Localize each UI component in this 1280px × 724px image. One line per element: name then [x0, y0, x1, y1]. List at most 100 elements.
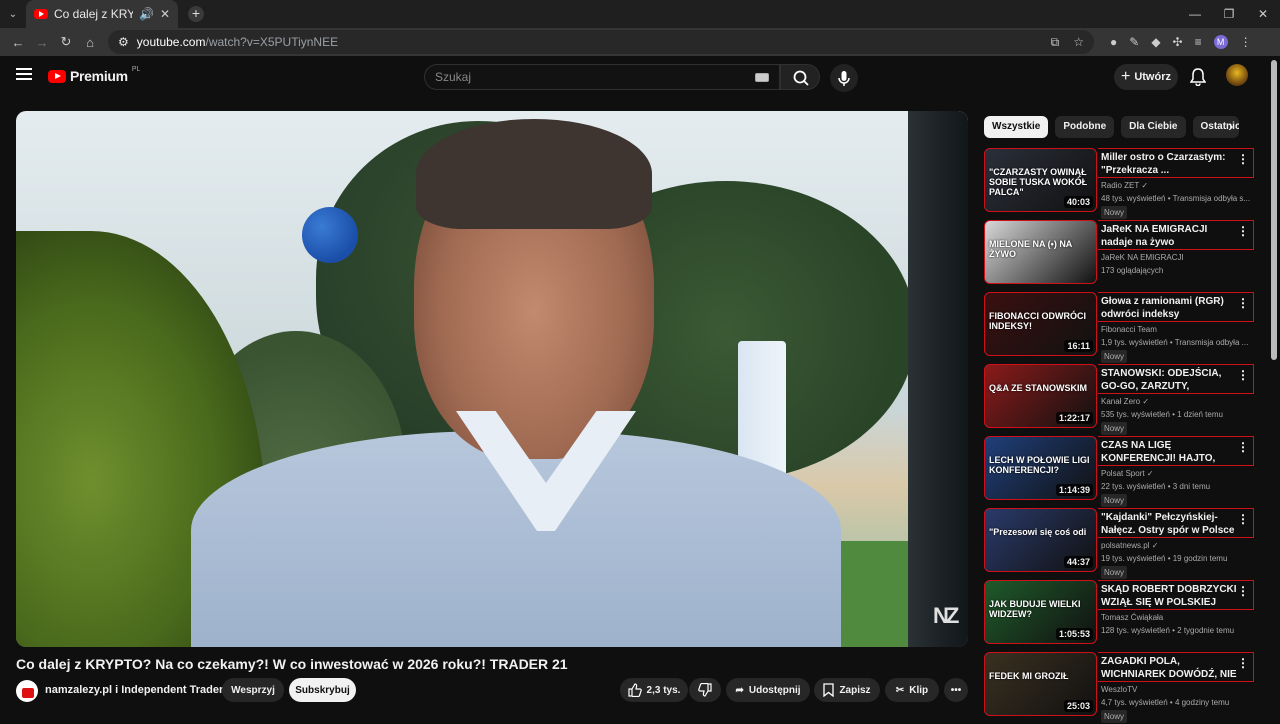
speaker-icon[interactable]: 🔊	[139, 7, 154, 21]
video-title-box[interactable]: Głowa z ramionami (RGR) odwróci indeksy …	[1098, 292, 1254, 322]
address-bar[interactable]: ⚙ youtube.com/watch?v=X5PUTiynNEE ⧉ ☆	[108, 30, 1094, 54]
related-video-title[interactable]: STANOWSKI: ODEJŚCIA, GO-GO, ZARZUTY, SPO…	[1101, 367, 1239, 393]
video-thumbnail[interactable]: LECH W POŁOWIE LIGI KONFERENCJI? 1:14:39	[984, 436, 1097, 500]
voice-search-button[interactable]	[830, 64, 858, 92]
more-options-icon[interactable]: ⋮	[1237, 152, 1249, 166]
video-thumbnail[interactable]: FIBONACCI ODWRÓCI INDEKSY! 16:11	[984, 292, 1097, 356]
video-thumbnail[interactable]: "Prezesowi się coś odi 44:37	[984, 508, 1097, 572]
subscribe-button[interactable]: Subskrybuj	[289, 678, 356, 702]
video-title-box[interactable]: JaReK NA EMIGRACJI nadaje na żywo ⋮	[1098, 220, 1254, 250]
clip-button[interactable]: ✂ Klip	[885, 678, 939, 702]
blue-ball	[302, 207, 358, 263]
save-button[interactable]: Zapisz	[814, 678, 880, 702]
browser-tab[interactable]: Co dalej z KRYPTO? Na co c 🔊 ✕	[26, 0, 178, 28]
restore-icon[interactable]: ❐	[1212, 0, 1246, 28]
video-duration: 16:11	[1064, 340, 1093, 352]
related-channel-name[interactable]: JaReK NA EMIGRACJI	[1101, 253, 1184, 262]
chip-for-you[interactable]: Dla Ciebie	[1121, 116, 1186, 138]
video-title-box[interactable]: SKĄD ROBERT DOBRZYCKI WZIĄŁ SIĘ W POLSKI…	[1098, 580, 1254, 610]
new-tab-button[interactable]: +	[188, 6, 204, 22]
channel-name[interactable]: namzalezy.pl i Independent Trader	[45, 684, 223, 696]
chip-all[interactable]: Wszystkie	[984, 116, 1049, 138]
related-channel-name[interactable]: Kanał Zero	[1101, 397, 1140, 406]
search-input[interactable]: Szukaj	[424, 64, 780, 90]
browser-menu-icon[interactable]: ⋮	[1240, 35, 1252, 49]
youtube-premium-logo[interactable]: Premium PL	[48, 66, 140, 84]
video-title-box[interactable]: Miller ostro o Czarzastym: "Przekracza .…	[1098, 148, 1254, 178]
related-video-item[interactable]: FIBONACCI ODWRÓCI INDEKSY! 16:11 Głowa z r…	[984, 292, 1254, 364]
search-button[interactable]	[780, 64, 820, 90]
menu-icon[interactable]	[16, 68, 32, 80]
dislike-button[interactable]	[689, 678, 721, 702]
account-avatar[interactable]	[1226, 64, 1248, 86]
related-video-item[interactable]: JAK BUDUJE WIELKI WIDZEW? 1:05:53 SKĄD ROB…	[984, 580, 1254, 652]
video-thumbnail[interactable]: "CZARZASTY OWINĄŁ SOBIE TUSKA WOKÓŁ PALC…	[984, 148, 1097, 212]
support-button[interactable]: Wesprzyj	[222, 678, 284, 702]
more-options-icon[interactable]: ⋮	[1237, 440, 1249, 454]
keyboard-icon[interactable]	[755, 72, 769, 82]
close-window-icon[interactable]: ✕	[1246, 0, 1280, 28]
related-video-title[interactable]: ZAGADKI POLA, WICHNIAREK DOWÓDŹ, NIE TAŃ…	[1101, 655, 1239, 681]
related-video-title[interactable]: CZAS NA LIGĘ KONFERENCJI! HAJTO, KOŁTOŃ …	[1101, 439, 1239, 465]
page-scrollbar[interactable]	[1268, 56, 1280, 720]
related-video-item[interactable]: Q&A ZE STANOWSKIM 1:22:17 STANOWSKI: ODEJŚ…	[984, 364, 1254, 436]
minimize-icon[interactable]: —	[1178, 0, 1212, 28]
media-controls-icon[interactable]: ≡	[1195, 35, 1202, 49]
more-options-icon[interactable]: ⋮	[1237, 368, 1249, 382]
video-thumbnail[interactable]: JAK BUDUJE WIELKI WIDZEW? 1:05:53	[984, 580, 1097, 644]
notifications-bell-icon[interactable]	[1189, 68, 1207, 91]
back-icon[interactable]: ←	[6, 35, 30, 50]
related-video-item[interactable]: "Prezesowi się coś odi 44:37 "Kajdanki" Pe…	[984, 508, 1254, 580]
chevron-right-icon[interactable]: ›	[1228, 118, 1233, 136]
create-button[interactable]: + Utwórz	[1114, 64, 1178, 90]
more-options-icon[interactable]: ⋮	[1237, 584, 1249, 598]
related-channel-name[interactable]: polsatnews.pl	[1101, 541, 1149, 550]
install-app-icon[interactable]: ⧉	[1051, 35, 1060, 50]
related-video-item[interactable]: "CZARZASTY OWINĄŁ SOBIE TUSKA WOKÓŁ PALC…	[984, 148, 1254, 220]
home-icon[interactable]: ⌂	[78, 35, 102, 50]
more-options-icon[interactable]: ⋮	[1237, 224, 1249, 238]
related-video-item[interactable]: MIELONE NA (•) NA ŻYWO JaReK NA EMIGRACJI…	[984, 220, 1254, 292]
related-video-title[interactable]: SKĄD ROBERT DOBRZYCKI WZIĄŁ SIĘ W POLSKI…	[1101, 583, 1239, 609]
related-video-item[interactable]: FEDEK MI GROZIŁ 25:03 ZAGADKI POLA, WICHNI…	[984, 652, 1254, 724]
bookmark-star-icon[interactable]: ☆	[1073, 35, 1084, 50]
related-video-title[interactable]: "Kajdanki" Pełczyńskiej-Nałęcz. Ostry sp…	[1101, 511, 1239, 537]
more-options-icon[interactable]: ⋮	[1237, 296, 1249, 310]
share-button[interactable]: ➦ Udostępnij	[726, 678, 810, 702]
channel-avatar[interactable]	[16, 680, 38, 702]
tab-search-icon[interactable]: ⌄	[0, 9, 26, 20]
video-title-box[interactable]: "Kajdanki" Pełczyńskiej-Nałęcz. Ostry sp…	[1098, 508, 1254, 538]
more-options-icon[interactable]: ⋮	[1237, 512, 1249, 526]
related-video-item[interactable]: LECH W POŁOWIE LIGI KONFERENCJI? 1:14:39 C…	[984, 436, 1254, 508]
video-metadata: Tomasz Ćwiąkała 128 tys. wyświetleń • 2 t…	[1101, 611, 1251, 637]
profile-avatar[interactable]: M	[1213, 35, 1228, 49]
shield-extension-icon[interactable]: ◆	[1151, 35, 1160, 49]
related-channel-name[interactable]: WeszloTV	[1101, 685, 1137, 694]
extension-icon[interactable]: ●	[1110, 35, 1117, 49]
chip-similar[interactable]: Podobne	[1055, 116, 1115, 138]
related-channel-name[interactable]: Radio ZET	[1101, 181, 1139, 190]
video-thumbnail[interactable]: FEDEK MI GROZIŁ 25:03	[984, 652, 1097, 716]
video-thumbnail[interactable]: Q&A ZE STANOWSKIM 1:22:17	[984, 364, 1097, 428]
related-channel-name[interactable]: Fibonacci Team	[1101, 325, 1157, 334]
related-video-title[interactable]: Głowa z ramionami (RGR) odwróci indeksy …	[1101, 295, 1239, 321]
puzzle-icon[interactable]: ✣	[1173, 35, 1183, 49]
pen-extension-icon[interactable]: ✎	[1129, 35, 1139, 49]
related-channel-name[interactable]: Tomasz Ćwiąkała	[1101, 613, 1163, 622]
more-options-icon[interactable]: ⋮	[1237, 656, 1249, 670]
like-button[interactable]: 2,3 tys.	[620, 678, 688, 702]
thumbnail-caption: JAK BUDUJE WIELKI WIDZEW?	[989, 599, 1081, 619]
forward-icon[interactable]: →	[30, 35, 54, 50]
related-video-title[interactable]: JaReK NA EMIGRACJI nadaje na żywo	[1101, 223, 1239, 249]
close-tab-icon[interactable]: ✕	[160, 7, 170, 21]
video-title-box[interactable]: STANOWSKI: ODEJŚCIA, GO-GO, ZARZUTY, SPO…	[1098, 364, 1254, 394]
more-actions-button[interactable]: •••	[944, 678, 968, 702]
video-title-box[interactable]: CZAS NA LIGĘ KONFERENCJI! HAJTO, KOŁTOŃ …	[1098, 436, 1254, 466]
site-info-icon[interactable]: ⚙	[118, 35, 129, 49]
video-title-box[interactable]: ZAGADKI POLA, WICHNIAREK DOWÓDŹ, NIE TAŃ…	[1098, 652, 1254, 682]
related-video-title[interactable]: Miller ostro o Czarzastym: "Przekracza .…	[1101, 151, 1239, 177]
reload-icon[interactable]: ↻	[54, 34, 78, 50]
related-channel-name[interactable]: Polsat Sport	[1101, 469, 1145, 478]
video-player[interactable]: NZ	[16, 111, 968, 647]
video-thumbnail[interactable]: MIELONE NA (•) NA ŻYWO	[984, 220, 1097, 284]
